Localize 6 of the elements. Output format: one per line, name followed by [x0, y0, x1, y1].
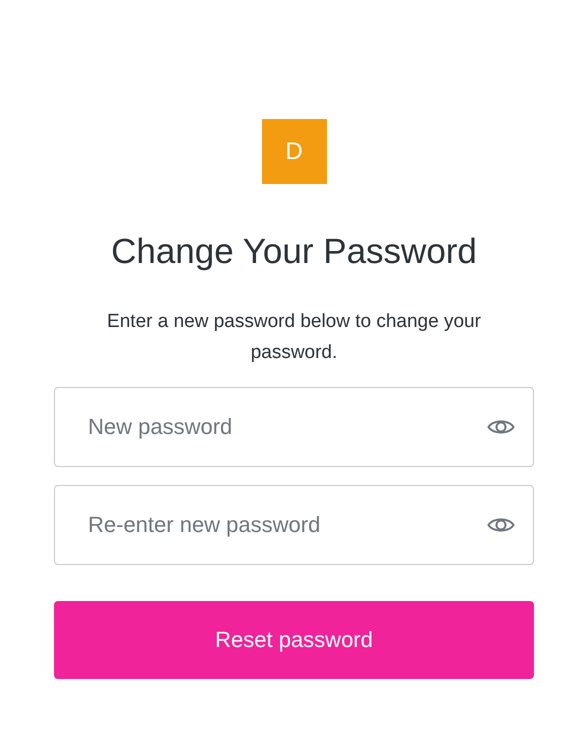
logo: D — [262, 119, 326, 184]
page-title: Change Your Password — [111, 232, 477, 272]
description: Enter a new password below to change your password. — [106, 310, 482, 365]
password-field[interactable]: New password — [54, 387, 534, 467]
password-field[interactable]: Re-enter new password — [54, 485, 534, 565]
reset-password-button[interactable]: Reset password — [54, 601, 534, 679]
